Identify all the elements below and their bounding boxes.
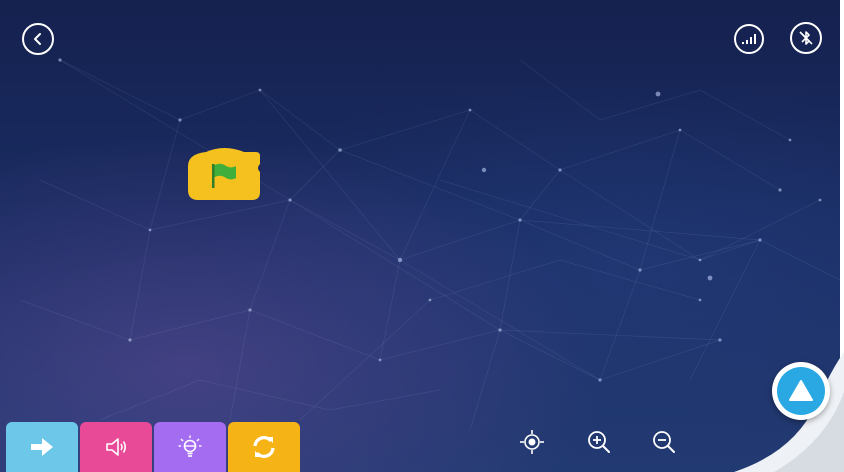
crosshair-icon [520, 430, 544, 454]
category-tab-sound[interactable] [80, 422, 152, 472]
zoom-out-icon [653, 431, 675, 453]
constellation-background [19, 58, 841, 431]
zoom-in-icon [588, 431, 610, 453]
bluetooth-button[interactable] [790, 22, 822, 54]
run-program-button[interactable] [772, 362, 830, 420]
run-button-face [777, 367, 825, 415]
signal-strength-icon [742, 34, 756, 44]
zoom-out-button[interactable] [650, 428, 678, 456]
category-tab-control[interactable] [228, 422, 300, 472]
category-tab-motion[interactable] [6, 422, 78, 472]
arrow-right-icon [31, 438, 53, 456]
triangle-up-icon [789, 380, 813, 401]
repeat-icon [253, 436, 275, 458]
zoom-in-button[interactable] [585, 428, 613, 456]
when-flag-clicked-block[interactable] [186, 146, 262, 206]
back-button[interactable] [22, 23, 54, 55]
light-bulb-icon [178, 435, 202, 457]
recenter-button[interactable] [518, 428, 546, 456]
coding-canvas[interactable] [0, 0, 844, 472]
connection-signal-button[interactable] [734, 24, 764, 54]
category-tab-light[interactable] [154, 422, 226, 472]
bluetooth-disabled-icon [799, 31, 813, 45]
speaker-icon [106, 438, 127, 456]
back-arrow-icon [34, 33, 41, 45]
